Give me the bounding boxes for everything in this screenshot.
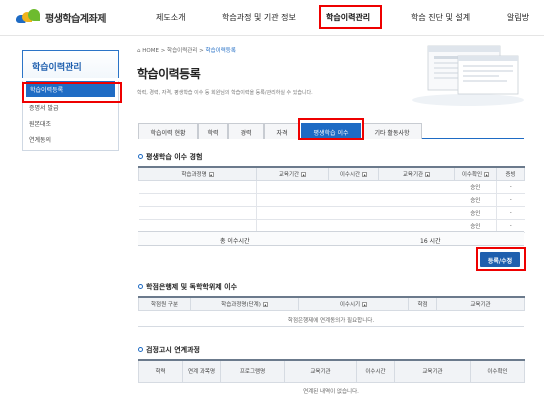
tab-other-activities[interactable]: 기타 활동사항	[362, 123, 422, 139]
section-ged-title: 검정고시 연계과정	[138, 345, 200, 355]
sort-icon: ▴	[362, 301, 368, 307]
tab-history-status[interactable]: 학습이력 현황	[138, 123, 198, 139]
lifelong-learning-table: 학습과정명 ▴ 교육기간 ▴ 이수시간 ▴ 교육기관 ▴ 이수확인 ▴ 증빙 승인 - 승인…	[138, 166, 525, 233]
ged-empty-message: 연계된 내역이 없습니다.	[303, 389, 359, 395]
breadcrumb-current: 학습이력등록	[205, 48, 236, 54]
sidebar-title: 학습이력관리	[22, 50, 119, 78]
sort-icon: ▴	[484, 171, 490, 177]
credit-bank-empty-message: 학점은행제에 연계동의가 필요합니다.	[287, 318, 375, 324]
col-confirm: 이수확인	[470, 359, 525, 383]
col-confirm[interactable]: 이수확인 ▴	[454, 166, 497, 181]
bullet-icon	[138, 347, 143, 352]
col-hours[interactable]: 이수시간 ▴	[328, 166, 379, 181]
col-credit-type: 학점원 구분	[138, 296, 191, 311]
col-hours: 이수시간	[356, 359, 395, 383]
bullet-icon	[138, 284, 143, 289]
highlight-box-sidebar	[22, 82, 122, 103]
highlight-box-button	[476, 247, 526, 271]
table-header-row: 학력 연계 과목명 프로그램명 교육기관 이수시간 교육기관 이수확인	[138, 359, 525, 383]
sort-icon: ▴	[362, 171, 368, 177]
col-institution: 교육기관	[436, 296, 525, 311]
nav-notice[interactable]: 알림방	[507, 12, 529, 23]
col-institution: 교육기관	[284, 359, 357, 383]
logo-text: 평생학습계좌제	[45, 13, 106, 25]
total-hours-row: 총 이수시간 16 시간	[138, 231, 524, 246]
col-education: 학력	[138, 359, 183, 383]
col-program: 프로그램명	[220, 359, 285, 383]
total-hours-value: 16 시간	[420, 238, 441, 245]
col-course-stage[interactable]: 학습과정명(단계) ▴	[190, 296, 299, 311]
breadcrumb-home[interactable]: HOME	[142, 48, 159, 54]
logo-leaf-icon	[15, 9, 42, 25]
credit-bank-table: 학점원 구분 학습과정명(단계) ▴ 이수시기 ▴ 학점 교육기관	[138, 296, 525, 311]
table-row: 승인 -	[138, 180, 525, 194]
nav-diagnosis[interactable]: 학습 진단 및 설계	[411, 12, 470, 23]
breadcrumb: ⌂ HOME > 학습이력관리 > 학습이력등록	[137, 48, 236, 54]
sidebar-item-consent[interactable]: 연계동의	[23, 131, 118, 147]
page-title: 학습이력등록	[137, 67, 201, 81]
table-header-row: 학습과정명 ▴ 교육기간 ▴ 이수시간 ▴ 교육기관 ▴ 이수확인 ▴ 증빙	[138, 166, 525, 181]
section-lifelong-learning-title: 평생학습 이수 경험	[138, 152, 202, 162]
col-institution-2: 교육기관	[394, 359, 471, 383]
document-illustration-icon	[412, 45, 524, 106]
total-hours-label: 총 이수시간	[220, 238, 250, 245]
col-proof: 증빙	[496, 166, 525, 181]
col-institution[interactable]: 교육기관 ▴	[378, 166, 455, 181]
col-credit: 학점	[408, 296, 437, 311]
nav-system-intro[interactable]: 제도소개	[156, 12, 185, 23]
tab-education[interactable]: 학력	[198, 123, 228, 139]
site-header: 평생학습계좌제 제도소개 학습과정 및 기관 정보 학습이력관리 학습 진단 및…	[0, 0, 544, 36]
col-course-name[interactable]: 학습과정명 ▴	[138, 166, 257, 181]
tab-career[interactable]: 경력	[228, 123, 264, 139]
col-linked-subject: 연계 과목명	[182, 359, 221, 383]
section-credit-bank-title: 학점은행제 및 독학학위제 이수	[138, 282, 237, 292]
table-header-row: 학점원 구분 학습과정명(단계) ▴ 이수시기 ▴ 학점 교육기관	[138, 296, 525, 311]
col-period[interactable]: 교육기간 ▴	[256, 166, 329, 181]
table-row: 승인 -	[138, 206, 525, 220]
bullet-icon	[138, 154, 143, 159]
sort-icon: ▴	[208, 171, 214, 177]
table-row: 승인 -	[138, 193, 525, 207]
highlight-box-nav	[319, 5, 382, 29]
home-icon[interactable]: ⌂	[137, 48, 141, 54]
breadcrumb-parent[interactable]: 학습이력관리	[167, 48, 197, 54]
site-logo[interactable]: 평생학습계좌제	[15, 9, 106, 25]
sidebar-item-original-check[interactable]: 원본대조	[23, 115, 118, 131]
highlight-box-tab	[298, 118, 364, 140]
sort-icon: ▴	[262, 301, 268, 307]
sort-icon: ▴	[301, 171, 307, 177]
tab-license[interactable]: 자격	[264, 123, 300, 139]
page-description: 학력, 경력, 자격, 평생학습 이수 등 회원님의 학습이력을 등록/관리하실…	[137, 90, 313, 96]
ged-table: 학력 연계 과목명 프로그램명 교육기관 이수시간 교육기관 이수확인	[138, 359, 525, 383]
nav-course-info[interactable]: 학습과정 및 기관 정보	[222, 12, 296, 23]
sort-icon: ▴	[425, 171, 431, 177]
col-completion-date[interactable]: 이수시기 ▴	[298, 296, 409, 311]
